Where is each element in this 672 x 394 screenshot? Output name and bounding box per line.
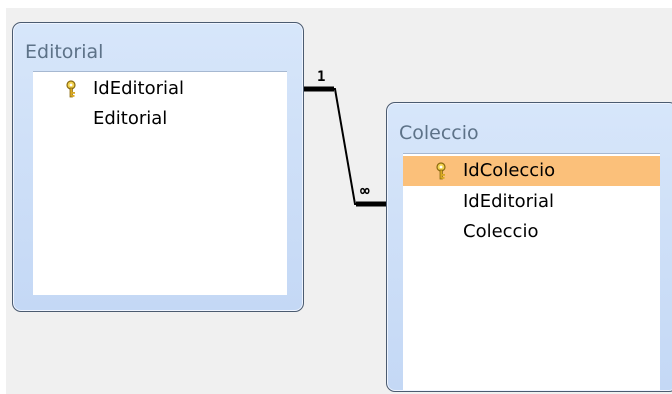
field-row[interactable]: Coleccio xyxy=(403,217,660,247)
field-list[interactable]: IdEditorial Editorial xyxy=(33,71,287,295)
field-row-selected[interactable]: IdColeccio xyxy=(403,156,660,186)
field-row[interactable]: IdEditorial xyxy=(403,187,660,217)
primary-key-icon xyxy=(436,162,446,180)
field-label: IdEditorial xyxy=(463,191,555,212)
field-list[interactable]: IdColeccio IdEditorial Coleccio xyxy=(403,153,660,390)
table-title[interactable]: Coleccio xyxy=(399,122,479,144)
relationship-many-label: ∞ xyxy=(360,181,370,200)
table-window-editorial[interactable]: Editorial IdEditorial Editorial xyxy=(12,22,304,312)
relationship-line[interactable] xyxy=(304,88,387,205)
field-row[interactable]: Editorial xyxy=(33,104,287,134)
primary-key-icon xyxy=(66,80,76,98)
field-row[interactable]: IdEditorial xyxy=(33,74,287,104)
field-label: Coleccio xyxy=(463,221,539,242)
relationship-one-label: 1 xyxy=(317,69,326,85)
table-window-coleccio[interactable]: Coleccio IdColeccio IdEditorial Coleccio xyxy=(386,102,672,392)
field-label: IdEditorial xyxy=(93,78,185,99)
table-title[interactable]: Editorial xyxy=(25,41,103,63)
field-label: Editorial xyxy=(93,108,168,129)
field-label: IdColeccio xyxy=(463,160,556,181)
